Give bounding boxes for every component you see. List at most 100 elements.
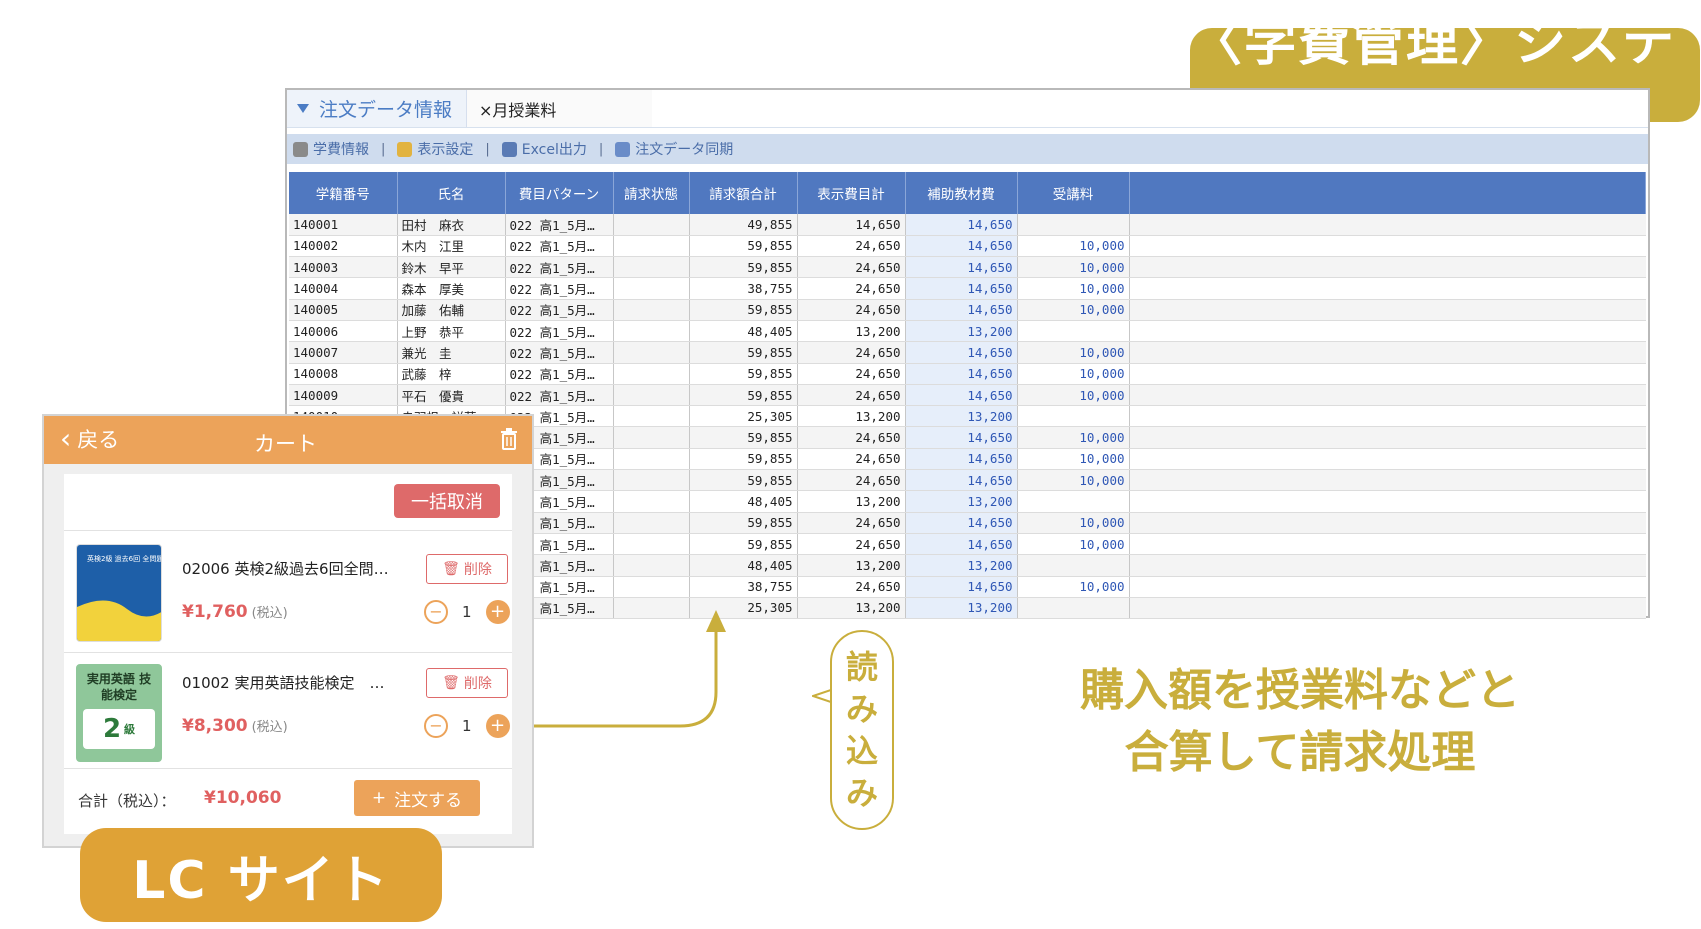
table-cell — [613, 448, 690, 471]
read-in-char: 読 — [845, 648, 878, 686]
table-cell: 14,650 — [905, 469, 1018, 492]
table-cell-filler — [1129, 405, 1646, 428]
thumb-title: 実用英語 技能検定 — [86, 672, 152, 702]
table-cell — [613, 469, 690, 492]
back-button[interactable]: ‹ 戻る — [60, 424, 119, 454]
cart-body: 一括取消 英検2級 過去6回 全問題集 02006 英検2級過去6回全問… ¥1… — [64, 474, 512, 834]
column-header[interactable]: 費目パターン — [505, 172, 614, 214]
minus-icon[interactable]: − — [424, 714, 448, 738]
table-row[interactable]: 140004 森本 厚美 022 高1_5月… 38,755 24,650 14,650 1… — [289, 277, 1646, 300]
tab-monthly-tuition[interactable]: ×月授業料 — [467, 90, 652, 127]
divider — [64, 768, 512, 769]
table-cell: 24,650 — [797, 341, 906, 364]
toolbar-item[interactable]: 表示設定 — [397, 139, 473, 159]
column-header[interactable]: 表示費目計 — [797, 172, 906, 214]
toolbar-separator: | — [381, 141, 386, 157]
tab-order-data[interactable]: 注文データ情報 — [287, 90, 467, 127]
collapse-triangle-icon[interactable] — [297, 104, 309, 113]
table-cell: 鈴木 早平 — [397, 256, 506, 279]
table-cell: 140006 — [289, 320, 398, 343]
admin-toolbar: 学費情報 | 表示設定 | Excel出力 | 注文データ同期 — [287, 134, 1648, 164]
toolbar-item[interactable]: 学費情報 — [293, 139, 369, 159]
table-cell: 022 高1_5月… — [505, 277, 614, 300]
table-cell-filler — [1129, 426, 1646, 449]
toolbar-label: Excel出力 — [521, 142, 587, 158]
plus-icon[interactable]: + — [485, 600, 510, 624]
table-cell: 13,200 — [797, 490, 906, 513]
table-cell — [613, 426, 690, 449]
table-cell: 平石 優貴 — [397, 384, 506, 407]
table-cell — [613, 576, 690, 598]
sync-icon — [615, 141, 631, 157]
toolbar-item[interactable]: 注文データ同期 — [615, 139, 733, 159]
column-header[interactable]: 氏名 — [397, 172, 506, 214]
column-header[interactable]: 学籍番号 — [289, 172, 398, 214]
billing-caption-line: 購入額を授業料などと — [1080, 665, 1520, 716]
table-cell: 24,650 — [797, 384, 906, 407]
table-cell-filler — [1129, 554, 1646, 577]
plus-icon[interactable]: + — [485, 714, 510, 738]
order-button[interactable]: + 注文する — [354, 780, 480, 816]
table-cell: 022 高1_5月… — [505, 363, 614, 385]
table-cell: 24,650 — [797, 277, 906, 300]
table-row[interactable]: 140007 兼光 圭 022 高1_5月… 59,855 24,650 14,650 10… — [289, 341, 1646, 364]
table-cell: 13,200 — [797, 597, 906, 620]
column-header[interactable]: 補助教材費 — [905, 172, 1018, 214]
table-cell — [1017, 597, 1130, 620]
table-cell: 10,000 — [1017, 341, 1130, 364]
table-row[interactable]: 140001 田村 麻衣 022 高1_5月… 49,855 14,650 14,650 — [289, 214, 1646, 236]
table-cell: 13,200 — [905, 320, 1018, 343]
table-cell: 14,650 — [905, 448, 1018, 471]
table-row[interactable]: 140002 木内 江里 022 高1_5月… 59,855 24,650 14,650 1… — [289, 235, 1646, 258]
table-cell: 10,000 — [1017, 363, 1130, 385]
minus-icon[interactable]: − — [424, 600, 448, 624]
table-cell: 25,305 — [689, 405, 798, 428]
trash-icon[interactable] — [500, 428, 518, 450]
column-header[interactable]: 受講料 — [1017, 172, 1130, 214]
table-cell: 24,650 — [797, 533, 906, 556]
table-cell: 38,755 — [689, 277, 798, 300]
table-cell — [613, 405, 690, 428]
table-cell: 24,650 — [797, 469, 906, 492]
table-cell: 14,650 — [905, 214, 1018, 236]
column-header[interactable]: 請求状態 — [613, 172, 690, 214]
table-cell: 24,650 — [797, 363, 906, 385]
table-cell: 14,650 — [905, 533, 1018, 556]
plus-icon: + — [371, 788, 387, 808]
quantity-stepper: − 1 + — [424, 714, 510, 738]
billing-caption-line: 合算して請求処理 — [1124, 727, 1476, 778]
delete-item-button[interactable]: 🗑 削除 — [426, 668, 508, 698]
table-cell: 59,855 — [689, 533, 798, 556]
table-cell: 14,650 — [905, 384, 1018, 407]
table-cell: 14,650 — [905, 235, 1018, 258]
table-cell: 022 高1_5月… — [505, 256, 614, 279]
delete-item-button[interactable]: 🗑 削除 — [426, 554, 508, 584]
table-row[interactable]: 140005 加藤 佑輔 022 高1_5月… 59,855 24,650 14,650 1… — [289, 299, 1646, 321]
divider — [64, 530, 512, 531]
read-in-char: み — [845, 690, 878, 728]
cart-title: カート — [254, 432, 317, 456]
table-row[interactable]: 140003 鈴木 早平 022 高1_5月… 59,855 24,650 14,650 1… — [289, 256, 1646, 279]
display-settings-icon — [397, 141, 413, 157]
table-row[interactable]: 140008 武藤 梓 022 高1_5月… 59,855 24,650 14,650 10… — [289, 363, 1646, 385]
table-cell: 022 高1_5月… — [505, 341, 614, 364]
table-cell-filler — [1129, 341, 1646, 364]
column-header[interactable]: 請求額合計 — [689, 172, 798, 214]
table-cell: 13,200 — [905, 490, 1018, 513]
read-in-char: み — [845, 774, 878, 812]
table-cell — [1017, 320, 1130, 343]
bulk-cancel-button[interactable]: 一括取消 — [394, 484, 500, 518]
table-row[interactable]: 140006 上野 恭平 022 高1_5月… 48,405 13,200 13,200 — [289, 320, 1646, 343]
table-cell: 10,000 — [1017, 384, 1130, 407]
table-cell: 10,000 — [1017, 469, 1130, 492]
table-cell: 59,855 — [689, 363, 798, 385]
table-row[interactable]: 140009 平石 優貴 022 高1_5月… 59,855 24,650 14,650 1… — [289, 384, 1646, 407]
lc-site-cart-screen: ‹ 戻る カート 一括取消 英検2級 過去6回 全問題集 — [42, 414, 534, 848]
toolbar-item[interactable]: Excel出力 — [501, 139, 587, 159]
table-cell: 140008 — [289, 363, 398, 385]
table-cell: 59,855 — [689, 341, 798, 364]
read-in-char: 込 — [845, 732, 878, 770]
table-cell: 13,200 — [905, 405, 1018, 428]
table-cell: 59,855 — [689, 384, 798, 407]
cart-item-price: ¥1,760 (税込) — [182, 602, 288, 622]
